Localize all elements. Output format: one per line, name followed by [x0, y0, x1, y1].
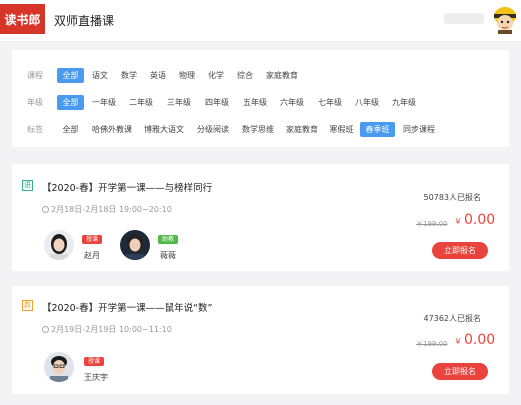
course-time-text: 2月19日-2月19日 10:00~11:10	[51, 325, 172, 334]
cartoon-avatar-icon[interactable]	[492, 6, 518, 34]
grade-option-4[interactable]: 四年级	[202, 95, 232, 110]
tag-option-harvard[interactable]: 哈佛外教课	[90, 122, 134, 137]
course-option-family-education[interactable]: 家庭教育	[264, 68, 300, 83]
course-option-math[interactable]: 数学	[118, 68, 140, 83]
grade-option-6[interactable]: 六年级	[277, 95, 307, 110]
grade-filter-label: 年级	[27, 98, 43, 107]
tag-option-family-education[interactable]: 家庭教育	[284, 122, 320, 137]
tag-option-spring[interactable]: 春季班	[360, 122, 395, 137]
page-title: 双师直播课	[54, 14, 115, 28]
signup-button[interactable]: 立即报名	[432, 363, 488, 380]
course-time: 2月19日-2月19日 10:00~11:10	[42, 324, 172, 335]
course-option-all[interactable]: 全部	[57, 68, 84, 83]
course-option-english[interactable]: 英语	[147, 68, 169, 83]
current-price: ￥ 0.00	[454, 212, 495, 228]
brand-logo[interactable]: 读书郎	[0, 4, 45, 34]
teach-role-badge: 授课	[82, 235, 103, 244]
top-header: 读书郎 双师直播课	[0, 0, 521, 42]
course-title[interactable]: 【2020-春】开学第一课——鼠年说“数”	[42, 300, 212, 314]
enrolled-count: 47362人已报名	[423, 314, 481, 323]
course-option-general[interactable]: 综合	[234, 68, 256, 83]
grade-option-7[interactable]: 七年级	[315, 95, 345, 110]
subject-tag-math: 数	[22, 300, 33, 311]
filter-panel: 课程 全部 语文 数学 英语 物理 化学 综合 家庭教育 年级 全部 一年级 二…	[12, 50, 509, 147]
currency-symbol: ￥	[454, 337, 462, 346]
tag-filter-label: 标签	[27, 125, 43, 134]
assist-role-badge: 助教	[158, 235, 179, 244]
clock-icon	[42, 326, 49, 333]
grade-option-9[interactable]: 九年级	[389, 95, 419, 110]
grade-option-1[interactable]: 一年级	[89, 95, 119, 110]
teacher-name: 赵月	[84, 251, 100, 260]
price-value: 0.00	[464, 212, 496, 228]
grade-option-all[interactable]: 全部	[57, 95, 84, 110]
original-price: ￥199.00	[416, 220, 448, 228]
grade-option-2[interactable]: 二年级	[126, 95, 156, 110]
grade-option-5[interactable]: 五年级	[240, 95, 270, 110]
user-name-blurred[interactable]	[444, 13, 484, 24]
price-value: 0.00	[464, 332, 496, 348]
tag-option-math-thinking[interactable]: 数学思维	[240, 122, 276, 137]
course-option-chemistry[interactable]: 化学	[205, 68, 227, 83]
teach-role-badge: 授课	[84, 357, 105, 366]
course-option-physics[interactable]: 物理	[176, 68, 198, 83]
teacher-name: 王庆宇	[84, 373, 108, 382]
course-card[interactable]: 数 【2020-春】开学第一课——鼠年说“数” 2月19日-2月19日 10:0…	[12, 286, 509, 394]
signup-button[interactable]: 立即报名	[432, 242, 488, 259]
grade-option-8[interactable]: 八年级	[352, 95, 382, 110]
enrolled-count: 50783人已报名	[423, 193, 481, 202]
teacher-avatar	[44, 230, 74, 260]
course-time: 2月18日-2月18日 19:00~20:10	[42, 204, 172, 215]
tag-option-graded-reading[interactable]: 分级阅读	[195, 122, 231, 137]
current-price: ￥ 0.00	[454, 332, 495, 348]
tag-option-all[interactable]: 全部	[57, 122, 84, 137]
tag-option-winter[interactable]: 寒假班	[328, 122, 355, 137]
course-time-text: 2月18日-2月18日 19:00~20:10	[51, 205, 172, 214]
original-price: ￥199.00	[416, 340, 448, 348]
course-option-chinese[interactable]: 语文	[89, 68, 111, 83]
subject-tag-chinese: 语	[22, 180, 33, 191]
course-title[interactable]: 【2020-春】开学第一课——与榜样同行	[42, 180, 212, 194]
tag-option-sync[interactable]: 同步课程	[401, 122, 437, 137]
course-filter-label: 课程	[27, 71, 43, 80]
grade-option-3[interactable]: 三年级	[164, 95, 194, 110]
teacher-name: 薇薇	[160, 251, 176, 260]
course-card[interactable]: 语 【2020-春】开学第一课——与榜样同行 2月18日-2月18日 19:00…	[12, 164, 509, 271]
currency-symbol: ￥	[454, 217, 462, 226]
clock-icon	[42, 206, 49, 213]
teacher-avatar	[44, 352, 74, 382]
tag-option-boya-chinese[interactable]: 博雅大语文	[142, 122, 186, 137]
teacher-avatar	[120, 230, 150, 260]
